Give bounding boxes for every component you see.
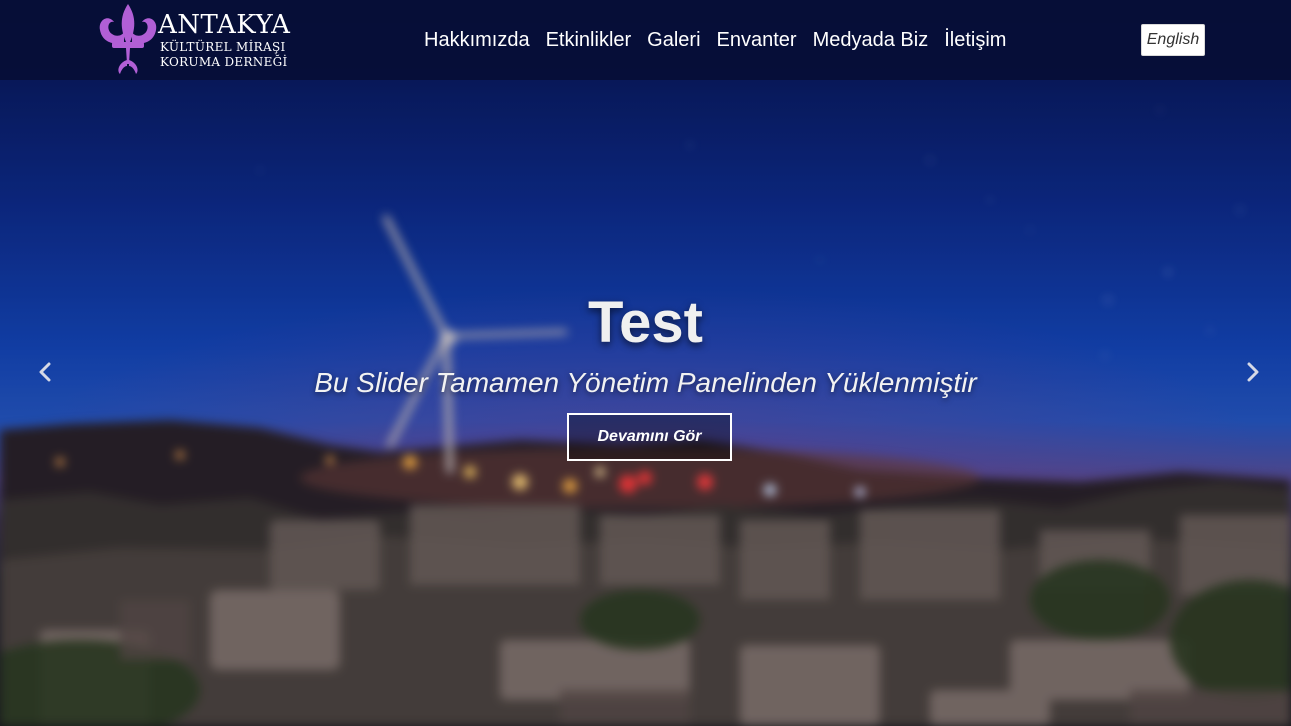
nav-item-hakkimizda[interactable]: Hakkımızda xyxy=(424,28,530,54)
nav-item-iletisim[interactable]: İletişim xyxy=(944,28,1006,54)
fleur-de-lis-icon xyxy=(99,4,157,74)
slide-title: Test xyxy=(588,290,703,355)
nav-item-etkinlikler[interactable]: Etkinlikler xyxy=(546,28,632,54)
nav-item-galeri[interactable]: Galeri xyxy=(647,28,700,54)
read-more-button[interactable]: Devamını Gör xyxy=(567,413,732,461)
carousel-next-button[interactable] xyxy=(1233,352,1273,392)
site-logo-link[interactable]: ANTAKYA KÜLTÜREL MİRAŞI KORUMA DERNEĞİ xyxy=(96,2,296,78)
chevron-right-icon xyxy=(1247,362,1259,382)
logo-subtitle-line2: KORUMA DERNEĞİ xyxy=(160,55,288,69)
slider-caption: Test Bu Slider Tamamen Yönetim Panelinde… xyxy=(0,0,1291,726)
main-menu: Hakkımızda Etkinlikler Galeri Envanter M… xyxy=(424,28,1006,54)
logo-title: ANTAKYA xyxy=(158,10,291,40)
logo-subtitle-line1: KÜLTÜREL MİRAŞI xyxy=(160,40,286,54)
chevron-left-icon xyxy=(39,362,51,382)
language-switch-button[interactable]: English xyxy=(1141,24,1205,56)
top-navbar: ANTAKYA KÜLTÜREL MİRAŞI KORUMA DERNEĞİ H… xyxy=(0,0,1291,80)
nav-item-medyada-biz[interactable]: Medyada Biz xyxy=(813,28,929,54)
carousel-prev-button[interactable] xyxy=(25,352,65,392)
nav-item-envanter[interactable]: Envanter xyxy=(717,28,797,54)
slide-subtitle: Bu Slider Tamamen Yönetim Panelinden Yük… xyxy=(314,367,977,398)
